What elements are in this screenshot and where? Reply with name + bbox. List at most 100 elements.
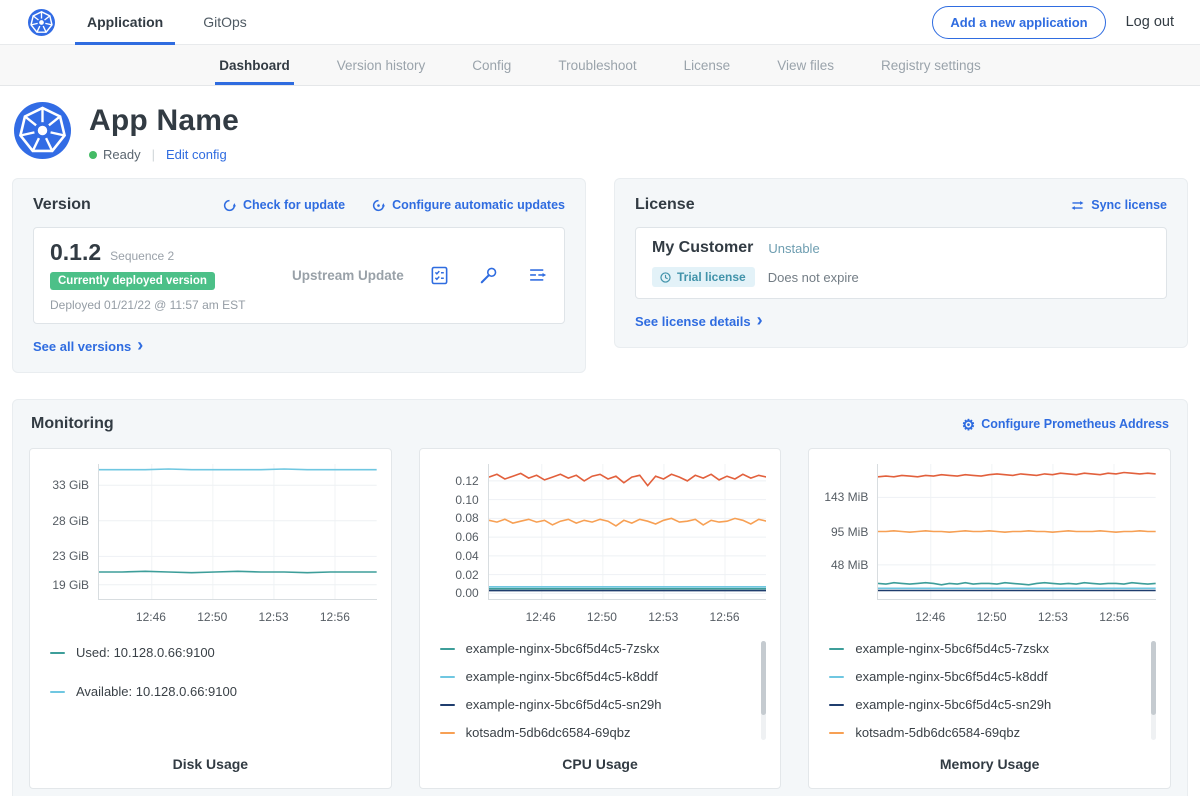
upstream-update-label: Upstream Update [292,268,404,283]
edit-config-link[interactable]: Edit config [166,147,227,162]
scrollbar-thumb[interactable] [761,641,766,715]
chart-title: Disk Usage [44,740,377,780]
y-axis: 33 GiB28 GiB23 GiB19 GiB [44,464,98,600]
tab-config[interactable]: Config [472,45,511,85]
trial-license-badge: Trial license [652,267,755,287]
tab-license[interactable]: License [684,45,731,85]
kubernetes-logo-icon [28,9,55,36]
preflight-checks-icon[interactable] [478,265,499,286]
deploy-logs-icon[interactable] [527,265,548,286]
kots-admin-console: Application GitOps Add a new application… [0,0,1200,796]
legend-swatch [829,732,844,734]
legend-item: example-nginx-5bc6f5d4c5-sn29h [440,697,765,712]
legend-swatch [50,652,65,654]
y-axis-tick-label: 0.02 [455,568,478,582]
customer-name: My Customer [652,239,753,257]
auto-update-icon [371,198,386,213]
configure-automatic-updates-button[interactable]: Configure automatic updates [371,198,565,213]
page-title: App Name [89,104,239,138]
legend-swatch [829,648,844,650]
y-axis: 0.120.100.080.060.040.020.00 [434,464,488,600]
check-for-update-button[interactable]: Check for update [222,198,345,213]
current-version-box: 0.1.2 Sequence 2 Currently deployed vers… [33,227,565,324]
x-axis-tick-label: 12:46 [915,610,945,624]
tab-registry-settings[interactable]: Registry settings [881,45,981,85]
cpu-usage-chart-card: 0.120.100.080.060.040.020.00 12:4612:501… [419,448,782,789]
x-axis-tick-label: 12:56 [320,610,350,624]
sync-license-button[interactable]: Sync license [1070,198,1167,213]
tab-version-history[interactable]: Version history [337,45,426,85]
x-axis-tick-label: 12:56 [1099,610,1129,624]
scrollbar-thumb[interactable] [1151,641,1156,715]
legend-swatch [440,704,455,706]
y-axis-tick-label: 0.10 [455,493,478,507]
expiration-label: Does not expire [768,270,859,285]
x-axis: 12:4612:5012:5312:56 [488,609,767,626]
legend-label: example-nginx-5bc6f5d4c5-k8ddf [466,669,658,684]
deployed-timestamp: Deployed 01/21/22 @ 11:57 am EST [50,298,258,312]
legend-label: kotsadm-5db6dc6584-69qbz [855,725,1020,740]
x-axis-tick-label: 12:53 [259,610,289,624]
y-axis-tick-label: 95 MiB [831,525,868,539]
legend: Used: 10.128.0.66:9100Available: 10.128.… [44,641,377,699]
x-axis-tick-label: 12:46 [136,610,166,624]
y-axis-tick-label: 0.06 [455,530,478,544]
gear-icon: ⚙ [962,418,975,433]
see-license-details-link[interactable]: See license details › [635,314,763,329]
chart-plot [98,464,377,600]
refresh-icon [222,198,237,213]
legend-label: example-nginx-5bc6f5d4c5-sn29h [855,697,1051,712]
tab-gitops[interactable]: GitOps [201,0,249,45]
legend-swatch [829,676,844,678]
x-axis-tick-label: 12:56 [710,610,740,624]
release-notes-icon[interactable] [429,265,450,286]
chevron-right-icon: › [137,338,143,352]
y-axis-tick-label: 28 GiB [52,514,89,528]
app-icon [14,102,71,159]
monitoring-card: Monitoring ⚙ Configure Prometheus Addres… [12,399,1188,796]
sync-license-label: Sync license [1091,198,1167,212]
sub-nav: Dashboard Version history Config Trouble… [0,45,1200,86]
app-header: App Name Ready | Edit config [0,86,1200,174]
y-axis-tick-label: 143 MiB [824,490,868,504]
y-axis-tick-label: 0.04 [455,549,478,563]
legend-swatch [440,732,455,734]
tab-application[interactable]: Application [85,0,165,45]
legend-item: example-nginx-5bc6f5d4c5-7zskx [829,641,1154,656]
configure-prometheus-button[interactable]: ⚙ Configure Prometheus Address [962,417,1169,432]
divider: | [152,147,155,162]
legend-swatch [829,704,844,706]
chart-title: CPU Usage [434,740,767,780]
x-axis: 12:4612:5012:5312:56 [98,609,377,626]
top-nav: Application GitOps Add a new application… [0,0,1200,45]
sync-icon [1070,198,1085,213]
x-axis-tick-label: 12:53 [1038,610,1068,624]
x-axis-tick-label: 12:50 [977,610,1007,624]
y-axis-tick-label: 23 GiB [52,549,89,563]
status-label: Ready [103,147,141,162]
add-new-application-button[interactable]: Add a new application [932,6,1105,39]
legend-swatch [50,691,65,693]
tab-troubleshoot[interactable]: Troubleshoot [558,45,636,85]
tab-view-files[interactable]: View files [777,45,834,85]
legend: example-nginx-5bc6f5d4c5-7zskxexample-ng… [434,641,767,740]
chart-plot [877,464,1156,600]
license-box: My Customer Unstable Trial license Does … [635,227,1167,299]
trial-license-label: Trial license [677,270,746,284]
legend-swatch [440,676,455,678]
tab-dashboard[interactable]: Dashboard [219,45,290,85]
cards-row: Version Check for update [0,174,1200,373]
logout-button[interactable]: Log out [1126,14,1174,30]
x-axis: 12:46 12:50 12:53 12:56 [877,609,1156,626]
x-axis-tick-label: 12:46 [526,610,556,624]
legend-label: kotsadm-5db6dc6584-69qbz [466,725,631,740]
clock-icon [659,271,672,284]
chevron-right-icon: › [757,313,763,327]
legend-scrollbar[interactable] [1151,641,1156,740]
see-all-versions-link[interactable]: See all versions › [33,339,143,354]
legend-item: example-nginx-5bc6f5d4c5-sn29h [829,697,1154,712]
y-axis-tick-label: 0.12 [455,474,478,488]
legend-scrollbar[interactable] [761,641,766,740]
chart-plot [488,464,767,600]
legend-label: Available: 10.128.0.66:9100 [76,684,237,699]
